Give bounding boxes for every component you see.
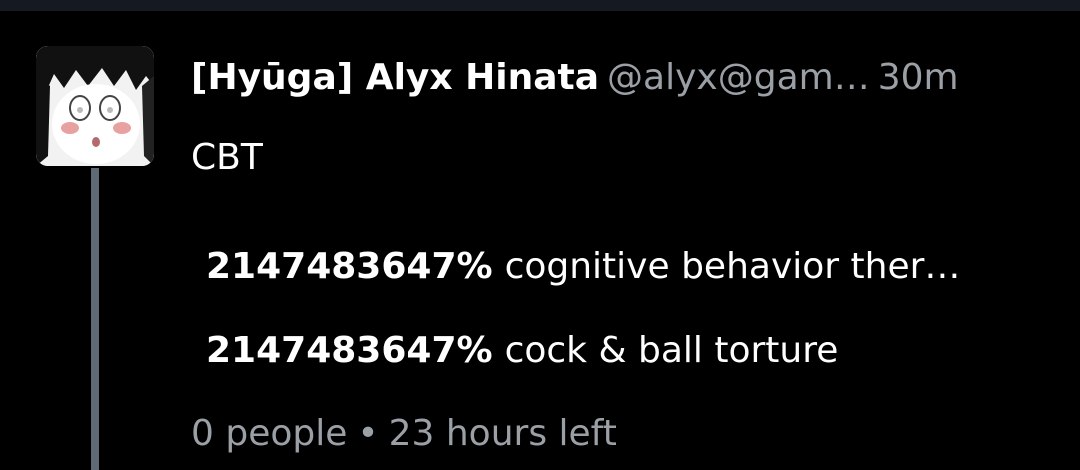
poll-option[interactable]: 2147483647% cock & ball torture — [206, 327, 838, 375]
top-bar — [0, 0, 1080, 11]
poll-option-percent: 2147483647% — [206, 246, 493, 287]
poll-option[interactable]: 2147483647% cognitive behavior ther… — [206, 243, 960, 291]
display-name[interactable]: [Hyūga] Alyx Hinata — [191, 57, 599, 98]
handle[interactable]: @alyx@gam… — [607, 57, 870, 98]
poll-option-label: cock & ball torture — [504, 330, 839, 371]
post-header: [Hyūga] Alyx Hinata @alyx@gam… 30m — [191, 53, 959, 103]
poll-time-left: 23 hours left — [388, 413, 617, 454]
poll-voters: 0 people — [191, 413, 348, 454]
anime-girl-avatar-icon — [36, 46, 154, 166]
thread-line — [91, 168, 99, 470]
post-card[interactable]: [Hyūga] Alyx Hinata @alyx@gam… 30m CBT 214… — [0, 11, 1080, 470]
post-content: CBT — [191, 137, 263, 178]
separator-dot: • — [357, 413, 379, 454]
poll-footer: 0 people • 23 hours left — [191, 410, 617, 458]
poll-option-label: cognitive behavior ther… — [504, 246, 961, 287]
avatar[interactable] — [36, 46, 154, 166]
poll-option-percent: 2147483647% — [206, 330, 493, 371]
timestamp[interactable]: 30m — [878, 57, 959, 98]
